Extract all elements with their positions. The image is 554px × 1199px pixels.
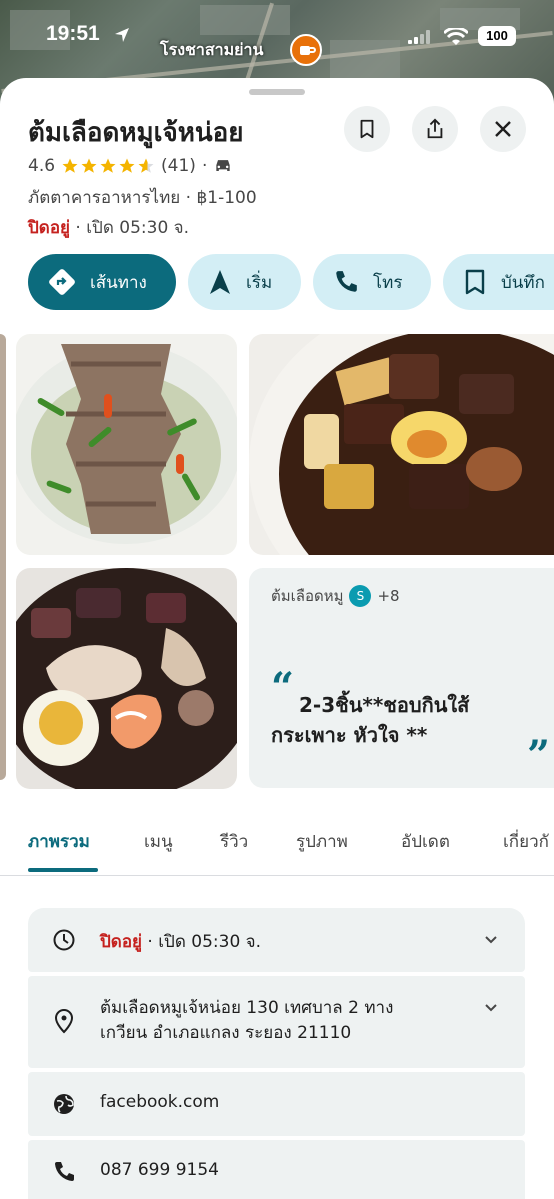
tab-photos[interactable]: รูปภาพ [296,828,348,855]
star-icon [100,158,116,173]
hours-row[interactable]: ปิดอยู่ · เปิด 05:30 จ. [28,908,525,972]
location-pin-icon [54,1008,74,1034]
star-icon [62,158,78,173]
separator-dot: · [201,156,208,176]
review-quote-line2: กระเพาะ หัวใจ ** [271,723,428,747]
chevron-down-icon[interactable] [483,1000,499,1016]
place-sheet: ต้มเลือดหมูเจ้หน่อย 4.6 (41) · ภัตตาคารอ… [0,78,554,1199]
place-title: ต้มเลือดหมูเจ้หน่อย [28,118,244,148]
quote-close-icon: ” [527,732,551,779]
photo-image [16,568,237,789]
phone-text: 087 699 9154 [100,1160,219,1180]
review-quote-line1: 2-3ชิ้น**ชอบกินใส้ [299,693,470,717]
save-button[interactable]: บันทึก [443,254,554,310]
reviewer-extra-count: +8 [377,587,400,605]
close-button[interactable] [480,106,526,152]
clock-icon [53,929,75,951]
hours-open: · เปิด 05:30 จ. [142,932,262,952]
tab-about[interactable]: เกี่ยวกั [503,828,549,855]
chevron-down-icon[interactable] [483,932,499,948]
navigation-arrow-icon [210,270,230,294]
tab-reviews[interactable]: รีวิว [220,828,248,855]
close-icon [495,121,511,137]
tab-menu[interactable]: เมนู [144,828,173,855]
hours-summary[interactable]: ปิดอยู่ · เปิด 05:30 จ. [28,214,189,241]
call-button[interactable]: โทร [313,254,431,310]
hours-text: ปิดอยู่ · เปิด 05:30 จ. [100,928,261,955]
share-icon [427,118,443,139]
half-star-icon [138,158,154,173]
review-quote: 2-3ชิ้น**ชอบกินใส้ กระเพาะ หัวใจ ** [271,690,541,750]
photo-pork-blood-soup[interactable] [249,334,554,555]
phone-row[interactable]: 087 699 9154 [28,1140,525,1199]
star-icon [119,158,135,173]
call-label: โทร [373,272,403,293]
address-row[interactable]: ต้มเลือดหมูเจ้หน่อย 130 เทศบาล 2 ทาง เกว… [28,976,525,1068]
cellular-signal-icon [408,30,430,44]
website-row[interactable]: facebook.com [28,1072,525,1136]
directions-label: เส้นทาง [90,272,147,293]
tab-bar: ภาพรวม เมนู รีวิว รูปภาพ อัปเดต เกี่ยวกั [0,816,554,876]
status-bar: 19:51 โรงชาสามย่าน 100 [0,0,554,75]
opens-text: · เปิด 05:30 จ. [70,218,190,238]
location-arrow-icon [115,28,129,42]
star-icon [81,158,97,173]
phone-icon [55,1162,74,1181]
photo-soup-with-egg[interactable] [16,568,237,789]
bookmark-icon [465,269,485,295]
start-button[interactable]: เริ่ม [188,254,301,310]
rating-stars [61,157,155,175]
wifi-icon [444,28,468,45]
tab-updates[interactable]: อัปเดต [401,828,450,855]
car-icon [216,160,231,171]
photo-peek-left[interactable] [0,334,6,780]
address-line2: เกวียน อำเภอแกลง ระยอง 21110 [100,1022,352,1043]
review-topic: ต้มเลือดหมู [271,587,344,605]
review-snippet-card[interactable]: ต้มเลือดหมู S +8 “ 2-3ชิ้น**ชอบกินใส้ กร… [249,568,554,788]
tab-overview[interactable]: ภาพรวม [28,828,90,855]
sheet-grabber[interactable] [249,89,305,95]
save-label: บันทึก [501,272,545,293]
hours-closed: ปิดอยู่ [100,932,143,952]
share-button[interactable] [412,106,458,152]
review-header: ต้มเลือดหมู S +8 [271,584,400,608]
photo-image [249,334,554,555]
phone-icon [336,271,357,292]
address-text: ต้มเลือดหมูเจ้หน่อย 130 เทศบาล 2 ทาง เกว… [100,996,393,1045]
website-text: facebook.com [100,1092,220,1112]
closed-status: ปิดอยู่ [28,218,71,238]
address-line1: ต้มเลือดหมูเจ้หน่อย 130 เทศบาล 2 ทาง [100,998,394,1018]
directions-icon [49,269,75,295]
rating-value: 4.6 [28,156,56,176]
reviewer-avatar: S [349,585,372,607]
cafe-marker-icon[interactable] [290,34,322,66]
active-tab-indicator [28,868,98,872]
directions-button[interactable]: เส้นทาง [28,254,176,310]
review-count: (41) [161,156,196,176]
battery-indicator: 100 [478,26,516,46]
rating-row[interactable]: 4.6 (41) · [28,154,233,178]
photo-image [16,344,237,544]
globe-icon [54,1094,74,1114]
map-place-label[interactable]: โรงชาสามย่าน [160,38,263,63]
start-label: เริ่ม [246,272,273,293]
bookmark-button[interactable] [344,106,390,152]
category-price: ภัตตาคารอาหารไทย · ฿1-100 [28,188,257,208]
photo-boiled-pork[interactable] [16,334,237,555]
status-time: 19:51 [46,22,100,45]
bookmark-icon [360,119,374,139]
